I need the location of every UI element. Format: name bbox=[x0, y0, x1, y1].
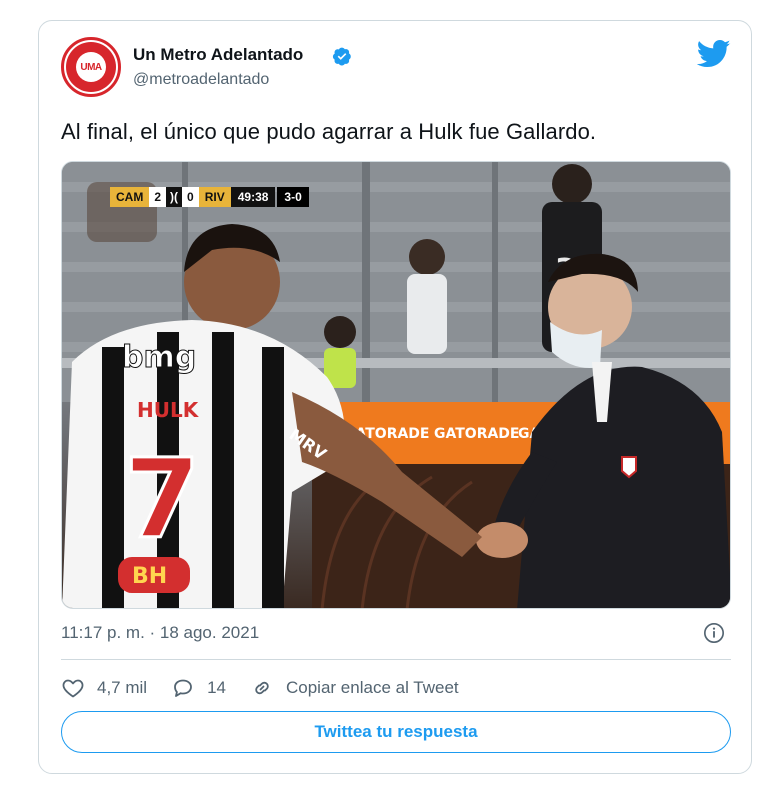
link-icon bbox=[255, 681, 269, 695]
match-photo-illustration: 30 GATORADE GATORADE GATORADE bbox=[62, 162, 730, 608]
like-count: 4,7 mil bbox=[97, 678, 148, 697]
scorebug: CAM 2 )( 0 RIV 49:38 3-0 bbox=[110, 186, 309, 208]
tweet-timestamp[interactable]: 11:17 p. m. · 18 ago. 2021 bbox=[61, 623, 259, 643]
verified-badge-icon bbox=[332, 47, 351, 66]
tweet-actions: 4,7 mil 14 Copiar enlace al Tweet bbox=[61, 675, 483, 701]
jersey-name: HULK bbox=[137, 398, 200, 422]
jersey-number: 7 bbox=[124, 435, 201, 563]
scorebug-home-team: CAM bbox=[110, 187, 150, 207]
tweet-text: Al final, el único que pudo agarrar a Hu… bbox=[61, 119, 597, 144]
divider bbox=[61, 659, 731, 660]
author-handle[interactable]: @metroadelantado bbox=[133, 71, 269, 89]
like-button[interactable]: 4,7 mil bbox=[61, 676, 147, 700]
reply-button[interactable]: Twittea tu respuesta bbox=[61, 711, 731, 753]
scorebug-divider: )( bbox=[166, 187, 183, 207]
avatar[interactable]: UMA bbox=[61, 37, 121, 97]
info-icon[interactable] bbox=[703, 622, 725, 644]
scorebug-away-score: 0 bbox=[182, 187, 199, 207]
scorebug-clock: 49:38 bbox=[230, 187, 276, 207]
comment-icon bbox=[174, 679, 192, 697]
heart-icon bbox=[62, 679, 84, 698]
scorebug-home-score: 2 bbox=[149, 187, 167, 207]
shorts-logo: BH bbox=[132, 564, 167, 589]
copy-link-button[interactable]: Copiar enlace al Tweet bbox=[250, 676, 459, 700]
reply-count: 14 bbox=[207, 678, 226, 697]
board-ad-2: GATORADE bbox=[434, 426, 520, 442]
twitter-bird-icon[interactable] bbox=[697, 39, 731, 69]
reply-count-button[interactable]: 14 bbox=[171, 676, 226, 700]
tweet-photo[interactable]: 30 GATORADE GATORADE GATORADE bbox=[61, 161, 731, 609]
tweet-card: UMA Un Metro Adelantado @metroadelantado… bbox=[38, 20, 752, 774]
scorebug-away-team: RIV bbox=[198, 187, 231, 207]
copy-link-label: Copiar enlace al Tweet bbox=[286, 678, 459, 697]
scorebug-aggregate: 3-0 bbox=[277, 187, 309, 207]
author-display-name[interactable]: Un Metro Adelantado bbox=[133, 45, 303, 65]
jersey-sponsor: bmg bbox=[122, 340, 196, 375]
avatar-logo-text: UMA bbox=[76, 52, 106, 82]
